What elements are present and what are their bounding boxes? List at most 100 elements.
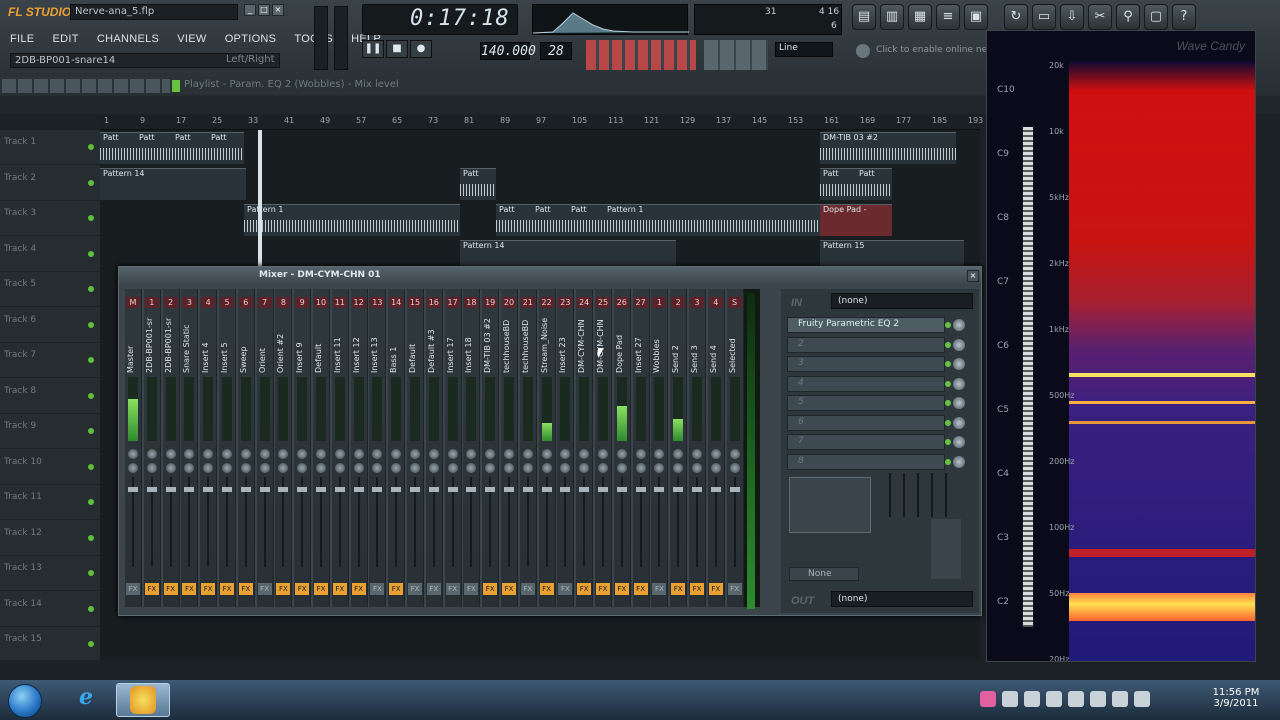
pan-knob[interactable] <box>673 449 684 459</box>
fx-toggle[interactable]: FX <box>652 583 667 595</box>
stop-button[interactable]: ■ <box>386 40 408 58</box>
mixer-strip[interactable]: 14 Bass 1 FX <box>388 289 406 607</box>
fx-toggle[interactable]: FX <box>182 583 197 595</box>
fx-toggle[interactable]: FX <box>257 583 272 595</box>
fader-handle[interactable] <box>372 487 383 492</box>
mixer-strip[interactable]: 20 techhouseBD FX <box>501 289 518 607</box>
pan-knob[interactable] <box>259 449 270 459</box>
fx-toggle[interactable]: FX <box>201 583 216 595</box>
fx-toggle[interactable]: FX <box>126 583 140 595</box>
pattern-clip[interactable]: Patt <box>856 168 892 200</box>
stereo-knob[interactable] <box>541 463 552 473</box>
pan-knob[interactable] <box>222 449 232 459</box>
pan-knob[interactable] <box>165 449 176 459</box>
fader-handle[interactable] <box>184 487 195 492</box>
pan-knob[interactable] <box>654 449 665 459</box>
mixer-strip[interactable]: 12 Insert 12 FX <box>350 289 368 607</box>
tray-app-icon[interactable] <box>980 690 996 707</box>
effect-mix-knob[interactable] <box>953 455 965 468</box>
effect-mix-knob[interactable] <box>953 397 965 409</box>
pan-knob[interactable] <box>410 449 420 459</box>
fx-toggle[interactable]: FX <box>238 583 253 595</box>
menu-edit[interactable]: EDIT <box>53 33 79 45</box>
start-button[interactable] <box>8 684 42 718</box>
minimize-icon[interactable]: _ <box>244 4 256 16</box>
pattern-clip[interactable]: Patt <box>172 132 208 164</box>
effect-slot[interactable]: 2 <box>787 336 945 353</box>
fx-toggle[interactable]: FX <box>295 583 310 595</box>
mixer-strip[interactable]: 10 Default FX <box>313 289 330 607</box>
play-pause-button[interactable]: ❚❚ <box>362 40 384 58</box>
fx-toggle[interactable]: FX <box>445 583 460 595</box>
pattern-clip[interactable]: Patt <box>100 132 136 164</box>
stereo-knob[interactable] <box>410 463 420 473</box>
mixer-strip[interactable]: 2 2DB-BP001-sr FX <box>162 289 180 607</box>
fader-handle[interactable] <box>428 487 439 492</box>
effect-enable-led[interactable] <box>945 380 951 387</box>
track-label[interactable]: Track 1 <box>0 130 100 165</box>
mixer-strip[interactable]: 5 Insert 5 FX <box>219 289 236 607</box>
piano-roll-icon[interactable]: ▥ <box>880 4 904 30</box>
fx-toggle[interactable]: FX <box>426 583 441 595</box>
mixer-strip[interactable]: 1 Wobbles FX <box>651 289 669 607</box>
stereo-knob[interactable] <box>240 463 251 473</box>
fader-handle[interactable] <box>541 487 552 492</box>
mixer-strip[interactable]: 22 Stream_Noise FX <box>538 289 556 607</box>
pattern-clip[interactable]: Pattern 14 <box>100 168 246 200</box>
stereo-knob[interactable] <box>278 463 289 473</box>
stereo-knob[interactable] <box>297 463 308 473</box>
pan-knob[interactable] <box>372 449 383 459</box>
stereo-knob[interactable] <box>654 463 665 473</box>
volume-fader[interactable] <box>278 477 289 567</box>
stereo-knob[interactable] <box>259 463 270 473</box>
pan-knob[interactable] <box>692 449 702 459</box>
volume-fader[interactable] <box>504 477 514 567</box>
mixer-view-icon[interactable]: ≡ <box>936 4 960 30</box>
fader-handle[interactable] <box>598 487 608 492</box>
fader-handle[interactable] <box>635 487 646 492</box>
fader-handle[interactable] <box>466 487 477 492</box>
pattern-clip[interactable]: Patt <box>496 204 532 236</box>
mixer-strip[interactable]: 3 Send 3 FX <box>689 289 706 607</box>
pan-knob[interactable] <box>710 449 721 459</box>
track-label[interactable]: Track 11 <box>0 485 100 520</box>
effect-enable-led[interactable] <box>945 400 951 406</box>
pan-knob[interactable] <box>522 449 533 459</box>
fx-toggle[interactable]: FX <box>539 583 554 595</box>
stereo-fader[interactable] <box>931 519 961 579</box>
effect-mix-knob[interactable] <box>953 319 965 331</box>
fx-toggle[interactable]: FX <box>577 583 592 595</box>
snap-select[interactable]: Line <box>775 42 833 57</box>
track-label[interactable]: Track 12 <box>0 521 100 556</box>
fx-toggle[interactable]: FX <box>314 583 328 595</box>
fader-handle[interactable] <box>240 487 251 492</box>
volume-fader[interactable] <box>240 477 251 567</box>
fx-toggle[interactable]: FX <box>727 583 742 595</box>
volume-fader[interactable] <box>729 477 740 567</box>
fx-toggle[interactable]: FX <box>464 583 479 595</box>
fader-handle[interactable] <box>729 487 740 492</box>
mixer-strip[interactable]: 25 DM-CYM-CHN FX <box>595 289 612 607</box>
pan-knob[interactable] <box>729 449 740 459</box>
stereo-knob[interactable] <box>222 463 232 473</box>
fx-toggle[interactable]: FX <box>351 583 366 595</box>
mixer-strip[interactable]: 17 Insert 17 FX <box>444 289 462 607</box>
network-icon[interactable] <box>1112 690 1128 707</box>
track-label[interactable]: Track 5 <box>0 272 100 307</box>
pan-knob[interactable] <box>635 449 646 459</box>
restore-icon[interactable]: □ <box>258 4 270 16</box>
fader-handle[interactable] <box>654 487 665 492</box>
mixer-strip[interactable]: 26 Dope Pad FX <box>613 289 631 607</box>
fx-toggle[interactable]: FX <box>408 583 422 595</box>
fx-toggle[interactable]: FX <box>389 583 404 595</box>
pan-knob[interactable] <box>504 449 514 459</box>
volume-fader[interactable] <box>447 477 458 567</box>
effect-slot[interactable]: Fruity Parametric EQ 2 <box>787 317 945 333</box>
effect-enable-led[interactable] <box>945 458 951 465</box>
stereo-knob[interactable] <box>616 463 627 473</box>
pan-knob[interactable] <box>203 449 214 459</box>
fader-handle[interactable] <box>522 487 533 492</box>
track-label[interactable]: Track 13 <box>0 556 100 591</box>
effect-slot[interactable]: 8 <box>787 453 945 470</box>
volume-fader[interactable] <box>522 477 533 567</box>
